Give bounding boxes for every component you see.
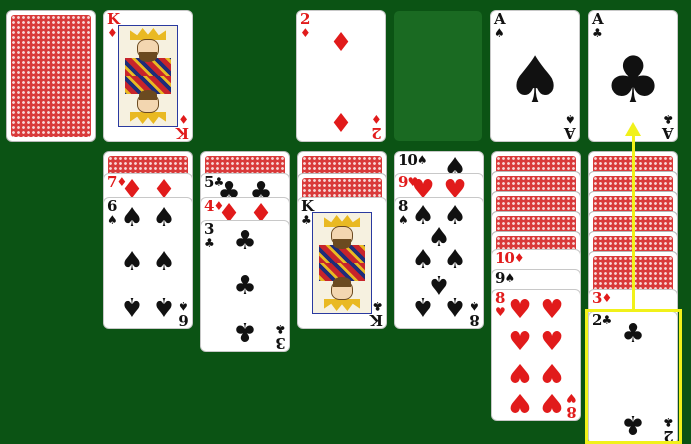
heart-pip: ♥ bbox=[540, 357, 564, 387]
card-corner: 3♦ bbox=[592, 290, 612, 307]
card-corner: 6 ♠ bbox=[107, 198, 118, 228]
card-corner-rotated: 3 ♣ bbox=[276, 322, 286, 351]
heart-pip: ♥ bbox=[508, 387, 532, 417]
waste-king-of-diamonds[interactable]: K ♦ K ♦ bbox=[104, 11, 192, 141]
card-corner-rotated: K ♣ bbox=[370, 299, 383, 328]
tableau-col2-three-of-clubs[interactable]: 3 ♣ ♣ ♣ ♣ 3 ♣ bbox=[201, 221, 289, 351]
card-corner: 3 ♣ bbox=[204, 221, 215, 251]
heart-pip: ♥ bbox=[540, 327, 564, 357]
card-corner: A ♣ bbox=[592, 11, 604, 41]
card-corner-rotated: K ♦ bbox=[176, 112, 189, 141]
heart-pip: ♥ bbox=[508, 327, 532, 357]
card-corner: 8 ♠ bbox=[398, 198, 409, 228]
spade-pip: ♠ bbox=[152, 247, 176, 277]
card-corner-rotated: 6 ♠ bbox=[179, 299, 189, 328]
heart-pip: ♥ bbox=[540, 387, 564, 417]
king-face-art bbox=[118, 25, 178, 127]
spade-pip: ♠ bbox=[506, 44, 564, 118]
club-pip: ♣ bbox=[604, 44, 662, 118]
diamond-pip: ♦ bbox=[329, 106, 353, 136]
foundation-3-ace-of-spades[interactable]: A ♠ ♠ A ♠ bbox=[491, 11, 579, 141]
club-pip: ♣ bbox=[233, 316, 257, 346]
heart-pip: ♥ bbox=[540, 295, 564, 325]
spade-pip: ♠ bbox=[152, 203, 176, 233]
spade-pip: ♠ bbox=[443, 291, 467, 321]
card-corner: 9♠ bbox=[495, 270, 515, 287]
card-corner: 10♦ bbox=[495, 250, 525, 267]
heart-pip: ♥ bbox=[508, 295, 532, 325]
hint-arrow-head-icon bbox=[625, 122, 641, 136]
king-face-art bbox=[312, 212, 372, 314]
card-corner-rotated: 8 ♥ bbox=[567, 391, 577, 420]
hint-highlight-box bbox=[585, 309, 682, 444]
club-pip: ♣ bbox=[233, 226, 257, 256]
card-corner: 2 ♦ bbox=[300, 11, 311, 41]
spade-pip: ♠ bbox=[152, 291, 176, 321]
tableau-col5-eight-of-hearts[interactable]: 8 ♥ ♥ ♥ ♥ ♥ ♥ ♥ ♥ ♥ 8 ♥ bbox=[492, 290, 580, 420]
diamond-pip: ♦ bbox=[329, 28, 353, 58]
card-corner-rotated: A ♣ bbox=[663, 112, 674, 141]
tableau-col1-six-of-spades[interactable]: 6 ♠ ♠ ♠ ♠ ♠ ♠ ♠ 6 ♠ bbox=[104, 198, 192, 328]
spade-pip: ♠ bbox=[120, 291, 144, 321]
card-corner-rotated: 2 ♦ bbox=[372, 112, 382, 141]
card-corner: 8 ♥ bbox=[495, 290, 506, 320]
spade-pip: ♠ bbox=[411, 291, 435, 321]
foundation-1-two-of-diamonds[interactable]: 2 ♦ ♦ ♦ 2 ♦ bbox=[297, 11, 385, 141]
foundation-2-empty[interactable] bbox=[394, 11, 482, 141]
heart-pip: ♥ bbox=[508, 357, 532, 387]
card-corner: 10♠ bbox=[398, 152, 428, 169]
card-corner: A ♠ bbox=[494, 11, 506, 41]
card-corner-rotated: A ♠ bbox=[565, 112, 576, 141]
spade-pip: ♠ bbox=[120, 203, 144, 233]
hint-arrow-line bbox=[632, 135, 635, 310]
tableau-col4-eight-of-spades[interactable]: 8 ♠ ♠ ♠ ♠ ♠ ♠ ♠ ♠ ♠ 8 ♠ bbox=[395, 198, 483, 328]
club-pip: ♣ bbox=[233, 271, 257, 301]
tableau-col3-king-of-clubs[interactable]: K ♣ K ♣ bbox=[298, 198, 386, 328]
spade-pip: ♠ bbox=[120, 247, 144, 277]
stock-pile[interactable] bbox=[7, 11, 95, 141]
card-corner-rotated: 8 ♠ bbox=[470, 299, 480, 328]
